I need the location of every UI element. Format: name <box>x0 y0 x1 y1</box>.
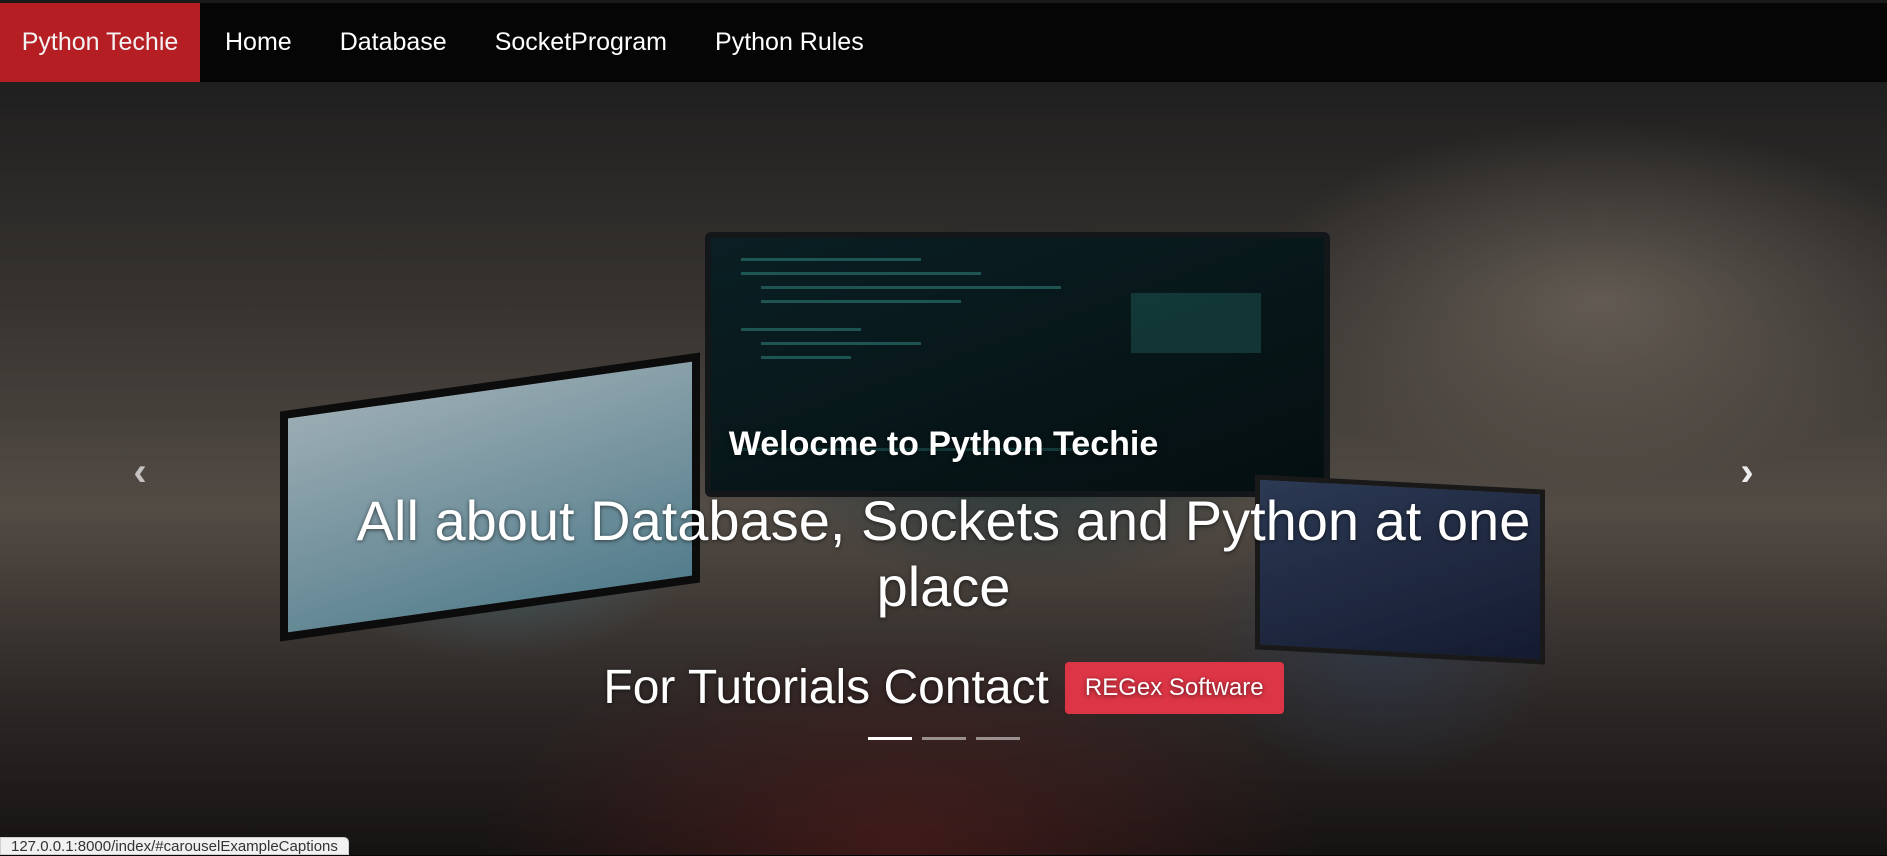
nav-link-python-rules[interactable]: Python Rules <box>715 28 864 57</box>
nav-links: Home Database SocketProgram Python Rules <box>225 28 864 57</box>
carousel-indicator-1[interactable] <box>867 737 912 740</box>
carousel-main-text: All about Database, Sockets and Python a… <box>356 489 1531 618</box>
carousel-heading: Welocme to Python Techie <box>728 425 1159 463</box>
regex-software-button[interactable]: REGex Software <box>1064 661 1284 714</box>
nav-link-home[interactable]: Home <box>225 28 292 57</box>
browser-status-url: 127.0.0.1:8000/index/#carouselExampleCap… <box>0 837 349 855</box>
brand-link[interactable]: Python Techie <box>0 3 200 82</box>
carousel-indicators <box>0 737 1887 740</box>
nav-link-socketprogram[interactable]: SocketProgram <box>495 28 667 57</box>
carousel-contact-row: For Tutorials Contact REGex Software <box>0 660 1887 715</box>
nav-link-database[interactable]: Database <box>340 28 447 57</box>
carousel-indicator-3[interactable] <box>975 737 1020 740</box>
carousel-indicator-2[interactable] <box>921 737 966 740</box>
navbar: Python Techie Home Database SocketProgra… <box>0 0 1887 82</box>
contact-text: For Tutorials Contact <box>603 661 1049 714</box>
